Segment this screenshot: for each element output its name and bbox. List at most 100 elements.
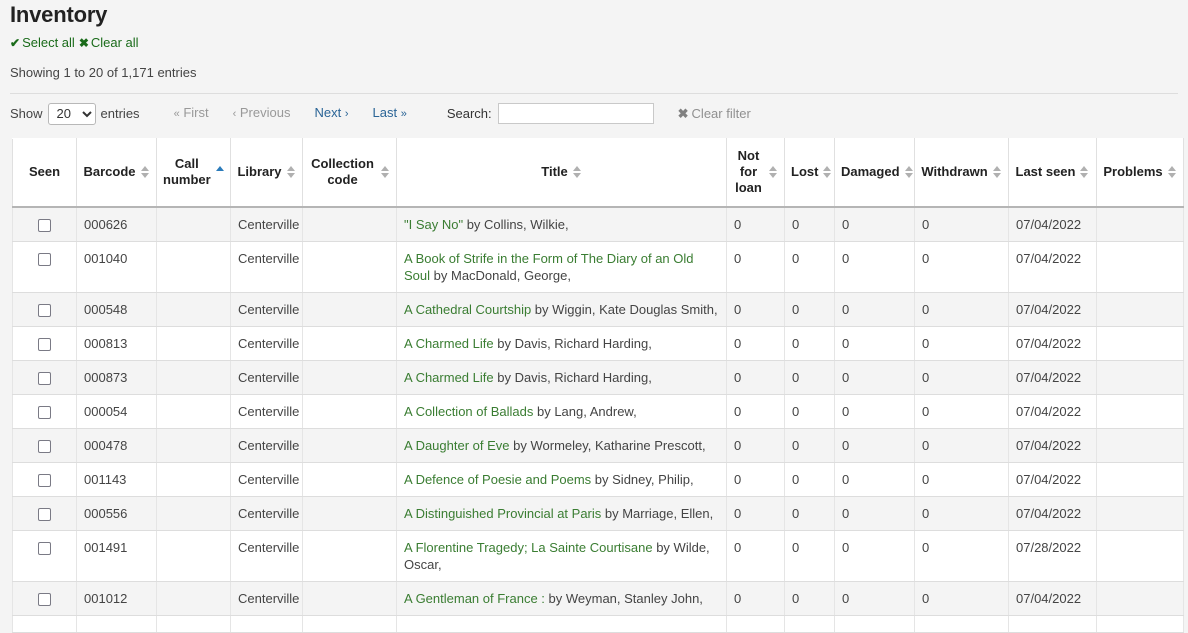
- cell-damaged: 0: [835, 394, 915, 428]
- seen-checkbox[interactable]: [38, 253, 51, 266]
- sort-toggle-icon[interactable]: [287, 165, 296, 179]
- title-author: by Davis, Richard Harding,: [494, 336, 652, 351]
- sort-toggle-icon[interactable]: [141, 165, 150, 179]
- cell-problems: [1097, 530, 1184, 581]
- cell-library: Centerville: [231, 581, 303, 615]
- cell-damaged: 0: [835, 207, 915, 242]
- column-header-barcode[interactable]: Barcode: [77, 139, 157, 207]
- table-row: 001491CentervilleA Florentine Tragedy; L…: [13, 530, 1184, 581]
- double-chevron-left-icon: «: [174, 108, 180, 120]
- sort-toggle-icon[interactable]: [905, 165, 914, 179]
- column-header-title[interactable]: Title: [397, 139, 727, 207]
- cell-title: A Charmed Life by Davis, Richard Harding…: [397, 326, 727, 360]
- seen-checkbox[interactable]: [38, 219, 51, 232]
- cell-barcode: 000054: [77, 394, 157, 428]
- pagination-first[interactable]: « First: [162, 104, 221, 123]
- sort-ascending-icon[interactable]: [216, 165, 225, 179]
- cell-collection_code: [303, 496, 397, 530]
- column-header-collection_code[interactable]: Collection code: [303, 139, 397, 207]
- cell-problems: [1097, 207, 1184, 242]
- page-title: Inventory: [0, 0, 1188, 30]
- clear-all-link[interactable]: ✖Clear all: [79, 35, 139, 50]
- pagination-previous[interactable]: ‹ Previous: [221, 104, 303, 123]
- column-header-call_number[interactable]: Call number: [157, 139, 231, 207]
- cell-withdrawn: [915, 615, 1009, 632]
- seen-checkbox[interactable]: [38, 440, 51, 453]
- table-row: [13, 615, 1184, 632]
- title-author: by Lang, Andrew,: [533, 404, 636, 419]
- cell-last_seen: 07/04/2022: [1009, 462, 1097, 496]
- cell-seen: [13, 615, 77, 632]
- select-all-link[interactable]: ✔Select all: [10, 35, 75, 50]
- seen-checkbox[interactable]: [38, 474, 51, 487]
- title-link[interactable]: A Cathedral Courtship: [404, 302, 531, 317]
- cell-problems: [1097, 326, 1184, 360]
- column-header-label: Barcode: [83, 164, 135, 180]
- seen-checkbox[interactable]: [38, 338, 51, 351]
- seen-checkbox[interactable]: [38, 372, 51, 385]
- seen-checkbox[interactable]: [38, 593, 51, 606]
- column-header-last_seen[interactable]: Last seen: [1009, 139, 1097, 207]
- cell-collection_code: [303, 241, 397, 292]
- column-header-label: Collection code: [309, 156, 376, 188]
- double-chevron-right-icon: »: [401, 108, 407, 120]
- cell-damaged: 0: [835, 428, 915, 462]
- pagination-next[interactable]: Next ›: [302, 104, 360, 123]
- title-link[interactable]: A Distinguished Provincial at Paris: [404, 506, 601, 521]
- sort-toggle-icon[interactable]: [993, 165, 1002, 179]
- cell-collection_code: [303, 326, 397, 360]
- title-link[interactable]: A Gentleman of France :: [404, 591, 545, 606]
- page-size-select[interactable]: 20: [48, 103, 96, 125]
- cell-seen: [13, 428, 77, 462]
- column-header-damaged[interactable]: Damaged: [835, 139, 915, 207]
- column-header-problems[interactable]: Problems: [1097, 139, 1184, 207]
- cell-lost: 0: [785, 530, 835, 581]
- column-header-lost[interactable]: Lost: [785, 139, 835, 207]
- cell-call_number: [157, 207, 231, 242]
- title-link[interactable]: A Daughter of Eve: [404, 438, 510, 453]
- table-row: 000054CentervilleA Collection of Ballads…: [13, 394, 1184, 428]
- sort-toggle-icon[interactable]: [769, 165, 778, 179]
- cell-collection_code: [303, 207, 397, 242]
- column-header-withdrawn[interactable]: Withdrawn: [915, 139, 1009, 207]
- cell-damaged: 0: [835, 462, 915, 496]
- title-link[interactable]: A Charmed Life: [404, 370, 494, 385]
- sort-toggle-icon[interactable]: [1168, 165, 1177, 179]
- seen-checkbox[interactable]: [38, 406, 51, 419]
- seen-checkbox[interactable]: [38, 508, 51, 521]
- title-link[interactable]: A Collection of Ballads: [404, 404, 533, 419]
- sort-toggle-icon[interactable]: [1080, 165, 1089, 179]
- clear-filter-button[interactable]: ✖Clear filter: [678, 106, 751, 122]
- column-header-label: Lost: [791, 164, 818, 180]
- sort-toggle-icon[interactable]: [381, 165, 390, 179]
- cell-lost: 0: [785, 292, 835, 326]
- seen-checkbox[interactable]: [38, 542, 51, 555]
- cross-icon: ✖: [79, 36, 91, 50]
- column-header-not_for_loan[interactable]: Not for loan: [727, 139, 785, 207]
- clear-all-label: Clear all: [91, 35, 139, 50]
- table-header-row: SeenBarcodeCall numberLibraryCollection …: [13, 139, 1184, 207]
- search-input[interactable]: [498, 103, 654, 124]
- cell-problems: [1097, 360, 1184, 394]
- pagination-next-label: Next: [314, 105, 341, 120]
- cell-library: Centerville: [231, 326, 303, 360]
- table-controls: Show 20 entries « First ‹ Previous Next …: [0, 94, 1188, 124]
- sort-toggle-icon[interactable]: [573, 165, 582, 179]
- title-link[interactable]: A Florentine Tragedy; La Sainte Courtisa…: [404, 540, 653, 555]
- cell-seen: [13, 360, 77, 394]
- title-link[interactable]: A Defence of Poesie and Poems: [404, 472, 591, 487]
- title-link[interactable]: A Charmed Life: [404, 336, 494, 351]
- cell-seen: [13, 292, 77, 326]
- cell-last_seen: 07/04/2022: [1009, 241, 1097, 292]
- title-link[interactable]: "I Say No": [404, 217, 463, 232]
- pagination-first-label: First: [183, 105, 208, 120]
- column-header-label: Library: [237, 164, 281, 180]
- cell-collection_code: [303, 462, 397, 496]
- seen-checkbox[interactable]: [38, 304, 51, 317]
- cell-library: Centerville: [231, 207, 303, 242]
- column-header-library[interactable]: Library: [231, 139, 303, 207]
- pagination-last[interactable]: Last »: [361, 104, 419, 123]
- sort-toggle-icon[interactable]: [823, 165, 832, 179]
- title-author: by Wiggin, Kate Douglas Smith,: [531, 302, 717, 317]
- cell-library: Centerville: [231, 292, 303, 326]
